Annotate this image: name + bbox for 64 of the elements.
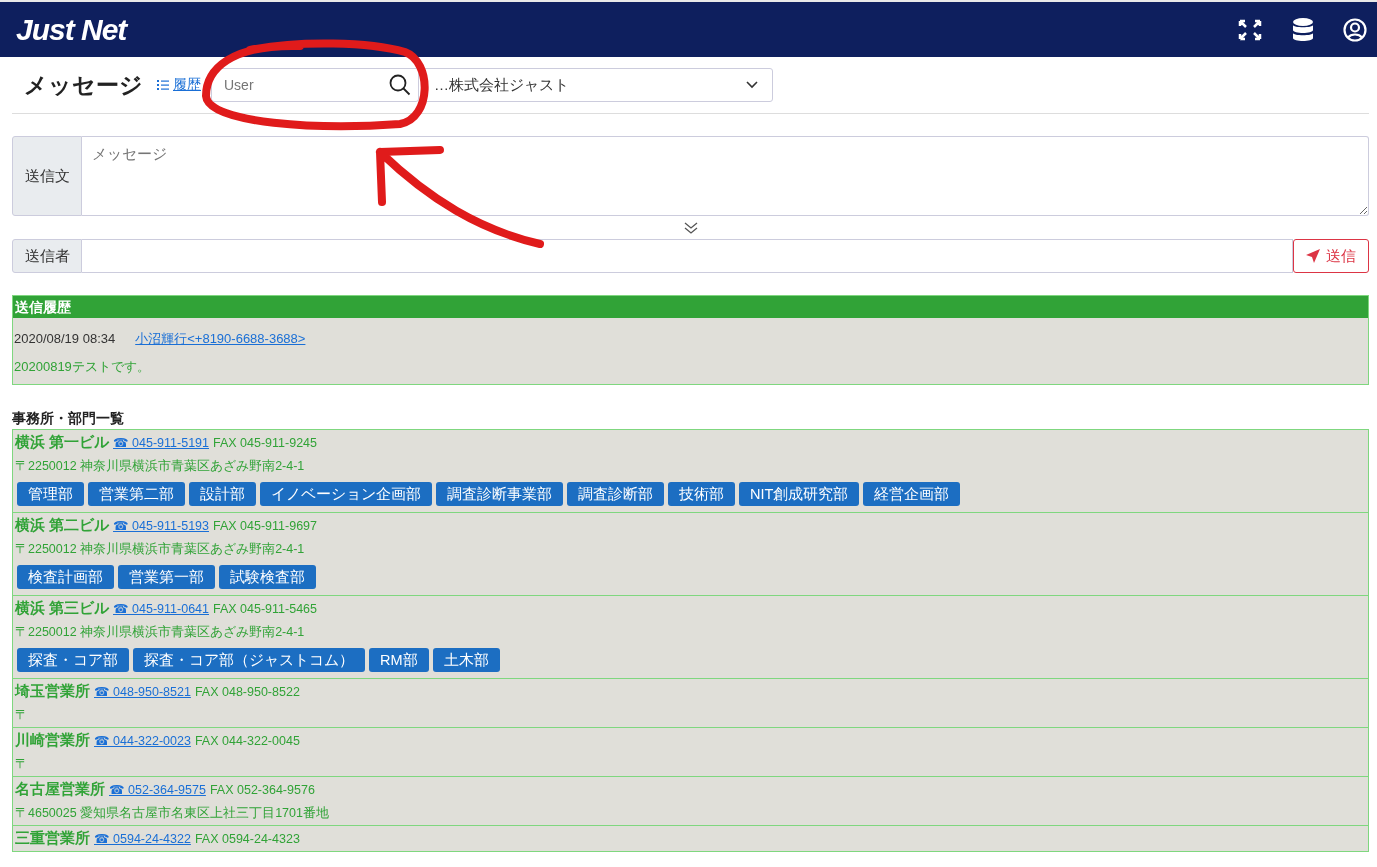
- department-button[interactable]: 管理部: [17, 482, 84, 506]
- message-label: 送信文: [12, 136, 82, 216]
- list-icon[interactable]: [157, 80, 169, 90]
- phone-link[interactable]: ☎ 044-322-0023: [94, 731, 191, 751]
- message-text: 20200819テストです。: [13, 358, 151, 376]
- department-button[interactable]: 探査・コア部: [17, 648, 129, 672]
- database-icon[interactable]: [1293, 17, 1313, 42]
- phone-link[interactable]: ☎ 048-950-8521: [94, 682, 191, 702]
- double-chevron-down-icon[interactable]: [683, 221, 698, 234]
- fax-number: FAX 044-322-0045: [194, 733, 300, 750]
- phone-link[interactable]: ☎ 045-911-0641: [113, 599, 209, 619]
- page-title: メッセージ: [24, 70, 143, 100]
- user-icon[interactable]: [1343, 17, 1367, 42]
- office-name: 横浜 第二ビル: [15, 516, 110, 535]
- fax-number: FAX 045-911-5465: [213, 601, 317, 618]
- search-icon[interactable]: [389, 74, 411, 96]
- office-address: 〒4650025 愛知県名古屋市名東区上社三丁目1701番地: [15, 805, 330, 822]
- message-time: 2020/08/19 08:34: [14, 330, 116, 348]
- department-button[interactable]: 調査診断部: [567, 482, 664, 506]
- department-button[interactable]: 設計部: [189, 482, 256, 506]
- department-button[interactable]: 技術部: [668, 482, 735, 506]
- fax-number: FAX 052-364-9576: [209, 782, 315, 799]
- department-button[interactable]: 土木部: [432, 648, 500, 672]
- department-button[interactable]: 探査・コア部（ジャストコム）: [133, 648, 365, 672]
- office-name: 埼玉営業所: [15, 682, 90, 701]
- office-address: 〒2250012 神奈川県横浜市青葉区あざみ野南2-4-1: [15, 541, 306, 558]
- history-link[interactable]: 履歴: [173, 76, 211, 94]
- office-address: 〒: [15, 756, 29, 773]
- send-icon: [1306, 249, 1320, 263]
- office-name: 横浜 第三ビル: [15, 599, 110, 618]
- fax-number: FAX 0594-24-4323: [194, 831, 300, 848]
- phone-link[interactable]: ☎ 052-364-9575: [109, 780, 206, 800]
- office-name: 横浜 第一ビル: [15, 433, 110, 452]
- fax-number: FAX 045-911-9245: [213, 435, 317, 452]
- department-button[interactable]: 調査診断事業部: [436, 482, 563, 506]
- office-name: 名古屋営業所: [15, 780, 105, 799]
- department-button[interactable]: NIT創成研究部: [739, 482, 860, 506]
- chevron-down-icon: [746, 81, 758, 89]
- office-address: 〒: [15, 707, 29, 724]
- department-button[interactable]: 経営企画部: [863, 482, 961, 506]
- office-name: 川崎営業所: [15, 731, 90, 750]
- phone-link[interactable]: ☎ 045-911-5191: [113, 433, 209, 453]
- sender-link[interactable]: 小沼輝行<+8190-6688-3688>: [135, 330, 306, 348]
- office-name: 三重営業所: [15, 829, 90, 848]
- phone-link[interactable]: ☎ 0594-24-4322: [94, 829, 191, 849]
- message-field[interactable]: メッセージ: [82, 136, 1369, 216]
- send-button[interactable]: 送信: [1293, 239, 1369, 273]
- search-field[interactable]: User: [211, 68, 419, 102]
- department-button[interactable]: RM部: [369, 648, 429, 672]
- logo[interactable]: Just Net: [16, 12, 127, 47]
- office-list-title: 事務所・部門一覧: [12, 409, 125, 427]
- department-button[interactable]: 検査計画部: [17, 565, 114, 589]
- department-button[interactable]: イノベーション企画部: [260, 482, 432, 506]
- department-button[interactable]: 営業第二部: [88, 482, 185, 506]
- department-button[interactable]: 営業第一部: [118, 565, 215, 589]
- sender-label: 送信者: [12, 239, 82, 273]
- fax-number: FAX 048-950-8522: [194, 684, 300, 701]
- phone-link[interactable]: ☎ 045-911-5193: [113, 516, 209, 536]
- office-address: 〒2250012 神奈川県横浜市青葉区あざみ野南2-4-1: [15, 458, 306, 475]
- history-title: 送信履歴: [13, 296, 1368, 318]
- expand-icon[interactable]: [1237, 17, 1263, 42]
- fax-number: FAX 045-911-9697: [213, 518, 317, 535]
- office-address: 〒2250012 神奈川県横浜市青葉区あざみ野南2-4-1: [15, 624, 306, 641]
- department-button[interactable]: 試験検査部: [219, 565, 316, 589]
